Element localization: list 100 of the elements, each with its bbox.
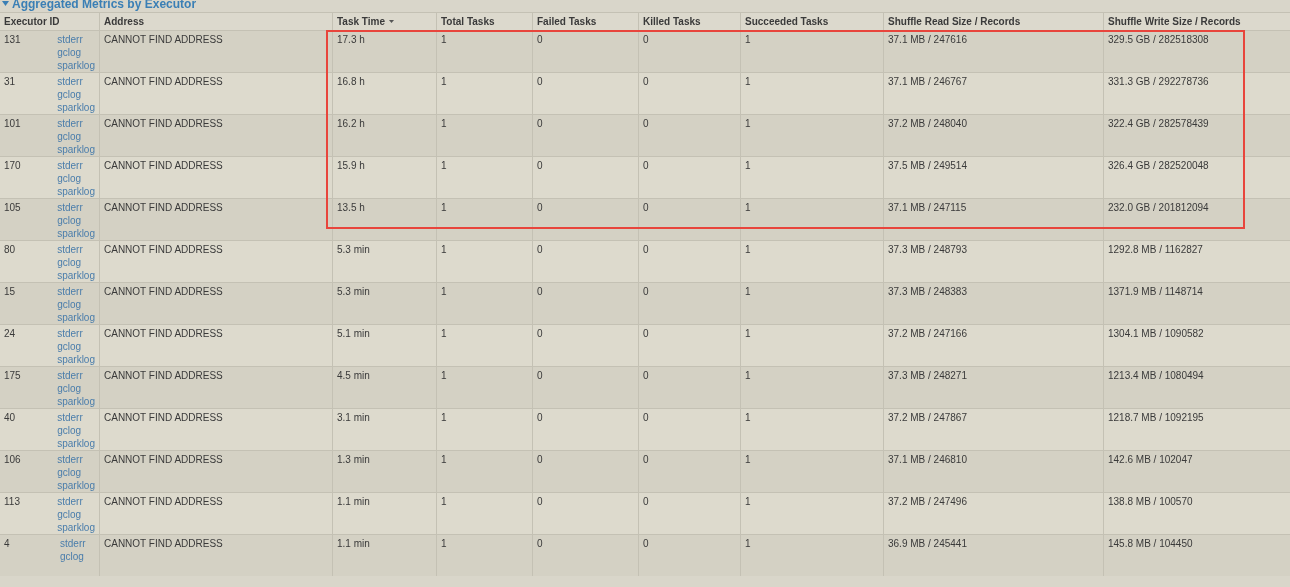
log-link[interactable]: stderr <box>57 33 95 46</box>
table-cell: 0 <box>537 412 543 423</box>
table-cell: 37.3 MB / 248271 <box>888 370 967 381</box>
table-cell: 1 <box>441 202 447 213</box>
table-cell: CANNOT FIND ADDRESS <box>104 202 223 213</box>
table-cell: 5.1 min <box>337 328 370 339</box>
log-link[interactable]: gclog <box>57 508 95 521</box>
log-link[interactable]: gclog <box>57 382 95 395</box>
table-cell: 37.1 MB / 247115 <box>888 202 967 213</box>
log-link[interactable]: sparklog <box>57 269 95 282</box>
log-link[interactable]: gclog <box>57 46 95 59</box>
log-link[interactable]: sparklog <box>57 479 95 492</box>
table-cell: 1292.8 MB / 1162827 <box>1108 244 1203 255</box>
table-cell: 1 <box>745 244 751 255</box>
table-cell: 0 <box>537 370 543 381</box>
table-cell: 3.1 min <box>337 412 370 423</box>
log-link[interactable]: stderr <box>57 159 95 172</box>
table-cell: 1 <box>745 76 751 87</box>
table-cell: 0 <box>537 286 543 297</box>
table-cell-text: 175 <box>4 370 22 383</box>
log-link[interactable]: stderr <box>57 453 95 466</box>
log-link[interactable]: gclog <box>57 466 95 479</box>
table-cell: 1 <box>745 412 751 423</box>
table-cell: 1.1 min <box>337 496 370 507</box>
table-cell: 1 <box>441 118 447 129</box>
log-link[interactable]: gclog <box>57 424 95 437</box>
table-cell-text: 24 <box>4 328 17 341</box>
table-cell: 37.3 MB / 248383 <box>888 286 967 297</box>
table-cell: 1 <box>441 76 447 87</box>
log-link[interactable]: stderr <box>57 243 95 256</box>
table-cell: 0 <box>643 370 649 381</box>
log-link[interactable]: gclog <box>60 550 86 563</box>
log-link[interactable]: stderr <box>57 495 95 508</box>
table-cell: 1.1 min <box>337 538 370 549</box>
table-cell: 1 <box>441 538 447 549</box>
log-link[interactable]: stderr <box>57 327 95 340</box>
table-cell: 329.5 GB / 282518308 <box>1108 34 1209 45</box>
table-cell: 36.9 MB / 245441 <box>888 538 967 549</box>
table-cell: 1 <box>745 160 751 171</box>
log-link[interactable]: gclog <box>57 172 95 185</box>
table-cell: CANNOT FIND ADDRESS <box>104 160 223 171</box>
table-cell: 1 <box>441 496 447 507</box>
log-link[interactable]: gclog <box>57 214 95 227</box>
table-cell: 17.3 h <box>337 34 365 45</box>
table-cell: 0 <box>643 244 649 255</box>
log-link[interactable]: gclog <box>57 256 95 269</box>
column-header[interactable]: Task Time <box>332 13 436 30</box>
column-header[interactable]: Failed Tasks <box>532 13 638 30</box>
table-cell: 1 <box>745 496 751 507</box>
table-cell: 0 <box>537 202 543 213</box>
log-link[interactable]: sparklog <box>57 395 95 408</box>
log-link[interactable]: sparklog <box>57 101 95 114</box>
log-link[interactable]: sparklog <box>57 437 95 450</box>
table-cell: CANNOT FIND ADDRESS <box>104 454 223 465</box>
log-link[interactable]: stderr <box>57 201 95 214</box>
table-cell: 1218.7 MB / 1092195 <box>1108 412 1204 423</box>
table-cell: 0 <box>643 454 649 465</box>
log-link[interactable]: sparklog <box>57 227 95 240</box>
log-link[interactable]: stderr <box>57 411 95 424</box>
table-cell: 1371.9 MB / 1148714 <box>1108 286 1203 297</box>
log-link[interactable]: stderr <box>57 285 95 298</box>
table-cell: 0 <box>537 34 543 45</box>
table-cell: CANNOT FIND ADDRESS <box>104 286 223 297</box>
table-cell: 1 <box>441 34 447 45</box>
table-cell: 1 <box>441 370 447 381</box>
table-cell: 0 <box>537 76 543 87</box>
log-link[interactable]: sparklog <box>57 143 95 156</box>
log-link[interactable]: sparklog <box>57 59 95 72</box>
table-cell-text: 101 <box>4 118 22 131</box>
table-cell: 37.2 MB / 247166 <box>888 328 967 339</box>
column-header[interactable]: Total Tasks <box>436 13 532 30</box>
log-link[interactable]: stderr <box>60 537 86 550</box>
log-link[interactable]: sparklog <box>57 353 95 366</box>
log-link[interactable]: stderr <box>57 369 95 382</box>
column-header[interactable]: Succeeded Tasks <box>740 13 883 30</box>
column-header[interactable]: Executor ID <box>0 13 99 30</box>
table-cell: 37.5 MB / 249514 <box>888 160 967 171</box>
column-header[interactable]: Shuffle Read Size / Records <box>883 13 1103 30</box>
table-cell: 1 <box>441 160 447 171</box>
log-link[interactable]: sparklog <box>57 521 95 534</box>
log-link[interactable]: stderr <box>57 75 95 88</box>
log-link[interactable]: gclog <box>57 130 95 143</box>
log-link[interactable]: gclog <box>57 88 95 101</box>
log-link[interactable]: gclog <box>57 340 95 353</box>
table-cell: 142.6 MB / 102047 <box>1108 454 1193 465</box>
collapse-triangle-icon[interactable] <box>2 1 9 6</box>
log-link[interactable]: sparklog <box>57 185 95 198</box>
log-link[interactable]: gclog <box>57 298 95 311</box>
table-cell: CANNOT FIND ADDRESS <box>104 370 223 381</box>
table-cell: 0 <box>643 76 649 87</box>
log-link[interactable]: stderr <box>57 117 95 130</box>
table-cell: 0 <box>537 160 543 171</box>
table-cell-text: 113 <box>4 496 21 509</box>
table-cell: 16.2 h <box>337 118 365 129</box>
table-cell: 1 <box>441 244 447 255</box>
column-header[interactable]: Killed Tasks <box>638 13 740 30</box>
log-link[interactable]: sparklog <box>57 311 95 324</box>
table-cell-text: 80 <box>4 244 17 257</box>
table-cell: 1 <box>745 328 751 339</box>
table-cell: 0 <box>643 202 649 213</box>
